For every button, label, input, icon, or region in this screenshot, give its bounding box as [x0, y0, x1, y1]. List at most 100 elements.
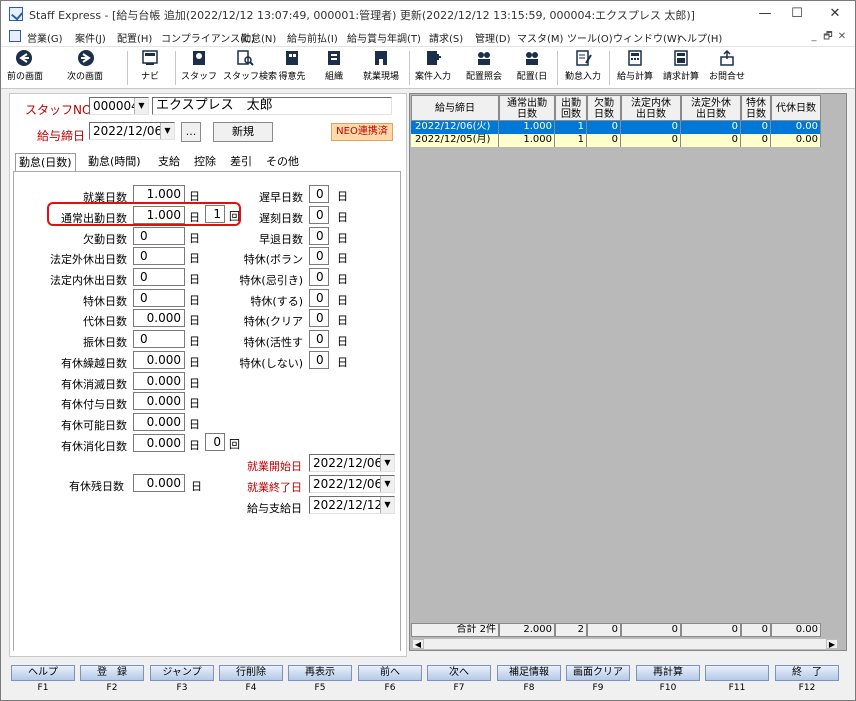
- tab-other[interactable]: その他: [263, 153, 302, 171]
- forward-button[interactable]: 次の画面: [63, 49, 107, 87]
- scroll-left-icon[interactable]: ◀: [412, 639, 424, 649]
- field-value[interactable]: 0.000: [133, 309, 185, 327]
- payroll-calc-button[interactable]: 給与計算: [613, 49, 657, 87]
- function-key-f10[interactable]: 再計算 F10: [636, 665, 700, 693]
- mdi-restore-button[interactable]: 🗗: [821, 30, 835, 44]
- field-value[interactable]: 0: [309, 227, 329, 245]
- menu-admin[interactable]: 管理(D): [475, 30, 511, 45]
- staff-search-button[interactable]: スタッフ検索: [223, 49, 277, 87]
- column-header[interactable]: 特休 日数: [741, 95, 771, 121]
- field-value[interactable]: 0: [309, 247, 329, 265]
- tab-attendance-time[interactable]: 勤怠(時間): [85, 153, 144, 171]
- staff-no-select[interactable]: 000004 ▼: [89, 97, 149, 115]
- field-value[interactable]: 0.000: [133, 372, 185, 390]
- project-entry-button[interactable]: 案件入力: [413, 49, 453, 87]
- back-button[interactable]: 前の画面: [5, 49, 45, 87]
- menu-billing[interactable]: 請求(S): [429, 30, 463, 45]
- field-value[interactable]: 1.000: [133, 185, 185, 203]
- menu-help[interactable]: ヘルプ(H): [677, 30, 722, 45]
- placement-daily-button[interactable]: 配置(日: [511, 49, 553, 87]
- menu-tools[interactable]: ツール(O): [567, 30, 613, 45]
- placement-inquiry-button[interactable]: 配置照会: [463, 49, 505, 87]
- field-value[interactable]: 0: [133, 227, 185, 245]
- column-header[interactable]: 欠勤 日数: [587, 95, 621, 121]
- function-key-f8[interactable]: 補足情報 F8: [497, 665, 561, 693]
- column-header[interactable]: 給与締日: [411, 95, 499, 121]
- table-row[interactable]: 2022/12/05(月) 1.000 1 0 0 0 0 0.00: [411, 134, 821, 147]
- mdi-close-button[interactable]: ✕: [835, 30, 849, 44]
- navi-button[interactable]: ナビ: [135, 49, 165, 87]
- function-key-button[interactable]: 再計算: [636, 665, 700, 681]
- organization-button[interactable]: 組織: [319, 49, 349, 87]
- column-header[interactable]: 法定内休 出日数: [621, 95, 681, 121]
- work-start-select[interactable]: 2022/12/06 ▼: [309, 454, 395, 472]
- tab-payment[interactable]: 支給: [155, 153, 183, 171]
- column-header[interactable]: 出勤 回数: [555, 95, 587, 121]
- dropdown-arrow-icon[interactable]: ▼: [380, 476, 394, 492]
- field-value[interactable]: 0: [133, 330, 185, 348]
- function-key-f7[interactable]: 次へ F7: [427, 665, 491, 693]
- function-key-button[interactable]: 終 了: [775, 665, 839, 681]
- ellipsis-button[interactable]: ...: [181, 122, 201, 142]
- menu-advance-pay[interactable]: 給与前払(I): [287, 30, 338, 45]
- field-value[interactable]: 0: [309, 351, 329, 369]
- column-header[interactable]: 代休日数: [771, 95, 821, 121]
- field-value[interactable]: 0: [309, 330, 329, 348]
- payday-select[interactable]: 2022/12/06 ▼: [89, 122, 175, 140]
- work-site-button[interactable]: 就業現場: [359, 49, 403, 87]
- dropdown-arrow-icon[interactable]: ▼: [160, 123, 174, 139]
- menu-master[interactable]: マスタ(M): [517, 30, 563, 45]
- field-value[interactable]: 0.000: [133, 392, 185, 410]
- function-key-button[interactable]: 再表示: [288, 665, 352, 681]
- field-value[interactable]: 0: [309, 185, 329, 203]
- function-key-button[interactable]: 行削除: [219, 665, 283, 681]
- function-key-f12[interactable]: 終 了 F12: [775, 665, 839, 693]
- function-key-f5[interactable]: 再表示 F5: [288, 665, 352, 693]
- tab-attendance-days[interactable]: 勤怠(日数): [15, 153, 76, 171]
- tab-net[interactable]: 差引: [227, 153, 255, 171]
- field-value[interactable]: 0.000: [133, 413, 185, 431]
- field-value[interactable]: 0: [133, 289, 185, 307]
- function-key-button[interactable]: 前へ: [358, 665, 422, 681]
- tab-deduction[interactable]: 控除: [191, 153, 219, 171]
- menu-placement[interactable]: 配置(H): [117, 30, 152, 45]
- function-key-f3[interactable]: ジャンプ F3: [150, 665, 214, 693]
- function-key-button[interactable]: 画面クリア: [566, 665, 630, 681]
- client-button[interactable]: 得意先: [275, 49, 309, 87]
- field-value[interactable]: 0.000: [133, 351, 185, 369]
- field-value[interactable]: 0: [309, 268, 329, 286]
- function-key-f4[interactable]: 行削除 F4: [219, 665, 283, 693]
- menu-sales[interactable]: 営業(G): [27, 30, 63, 45]
- field-value[interactable]: 0.000: [133, 434, 185, 452]
- menu-payroll[interactable]: 給与賞与年調(T): [347, 30, 421, 45]
- function-key-f6[interactable]: 前へ F6: [358, 665, 422, 693]
- function-key-button[interactable]: ジャンプ: [150, 665, 214, 681]
- function-key-button[interactable]: 登 録: [80, 665, 144, 681]
- paid-leave-count[interactable]: 0: [205, 433, 225, 451]
- function-key-button[interactable]: ヘルプ: [11, 665, 75, 681]
- horizontal-scrollbar[interactable]: ◀ ▶: [411, 638, 839, 650]
- function-key-button[interactable]: [705, 665, 769, 681]
- dropdown-arrow-icon[interactable]: ▼: [380, 497, 394, 513]
- field-value[interactable]: 0: [309, 309, 329, 327]
- field-value[interactable]: 0: [133, 268, 185, 286]
- staff-name-field[interactable]: エクスプレス 太郎: [152, 97, 392, 115]
- close-button[interactable]: ✕: [813, 1, 856, 27]
- function-key-f1[interactable]: ヘルプ F1: [11, 665, 75, 693]
- function-key-button[interactable]: 次へ: [427, 665, 491, 681]
- scroll-right-icon[interactable]: ▶: [826, 639, 838, 649]
- new-button[interactable]: 新規: [213, 122, 273, 142]
- field-value[interactable]: 0: [309, 206, 329, 224]
- function-key-f11[interactable]: F11: [705, 665, 769, 693]
- menu-window[interactable]: ウィンドウ(W): [613, 30, 681, 45]
- field-value[interactable]: 0: [309, 289, 329, 307]
- menu-project[interactable]: 案件(J): [75, 30, 106, 45]
- billing-calc-button[interactable]: 請求計算: [659, 49, 703, 87]
- function-key-button[interactable]: 補足情報: [497, 665, 561, 681]
- dropdown-arrow-icon[interactable]: ▼: [134, 98, 148, 114]
- staff-button[interactable]: スタッフ: [181, 49, 217, 87]
- column-header[interactable]: 通常出勤 日数: [499, 95, 555, 121]
- dropdown-arrow-icon[interactable]: ▼: [380, 455, 394, 471]
- function-key-f2[interactable]: 登 録 F2: [80, 665, 144, 693]
- table-row[interactable]: 2022/12/06(火) 1.000 1 0 0 0 0 0.00: [411, 121, 821, 134]
